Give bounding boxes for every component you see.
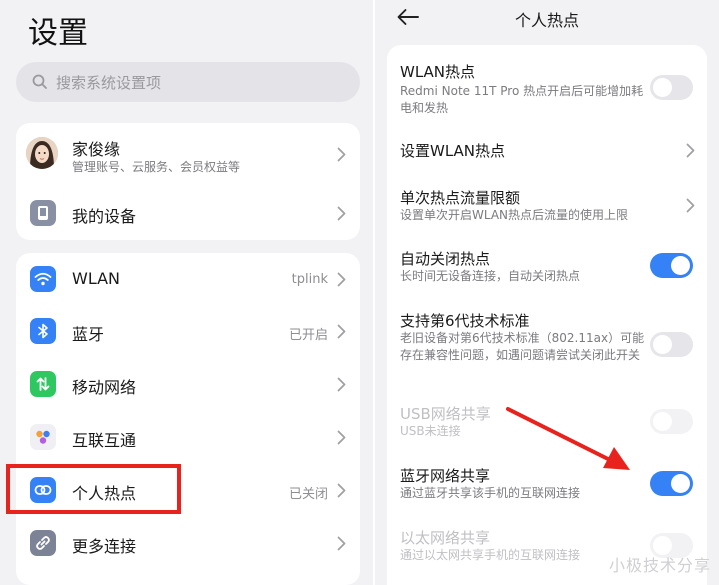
- chevron-right-icon: [337, 324, 346, 339]
- chevron-right-icon: [337, 272, 346, 287]
- usb-tethering-subtitle: USB未连接: [400, 424, 461, 438]
- account-row[interactable]: 家俊缘 管理账号、云服务、会员权益等: [16, 123, 360, 185]
- interconnect-label: 互联互通: [72, 431, 137, 450]
- hotspot-settings-card: WLAN热点 Redmi Note 11T Pro 热点开启后可能增加耗电和发热…: [387, 45, 707, 585]
- settings-item-more-connections[interactable]: 更多连接: [16, 517, 360, 570]
- settings-item-mobile-network[interactable]: 移动网络: [16, 358, 360, 411]
- wlan-hotspot-subtitle: Redmi Note 11T Pro 热点开启后可能增加耗电和发热: [400, 84, 644, 115]
- wlan-hotspot-row[interactable]: WLAN热点 Redmi Note 11T Pro 热点开启后可能增加耗电和发热: [387, 53, 707, 118]
- hotspot-panel: 个人热点 WLAN热点 Redmi Note 11T Pro 热点开启后可能增加…: [375, 0, 719, 585]
- set-wlan-hotspot-title: 设置WLAN热点: [400, 142, 506, 160]
- bluetooth-value: 已开启: [288, 328, 328, 343]
- watermark: 小极技术分享: [608, 556, 711, 575]
- chevron-right-icon: [337, 536, 346, 551]
- avatar: [26, 137, 58, 169]
- settings-item-bluetooth[interactable]: 蓝牙 已开启: [16, 305, 360, 358]
- wifi6-toggle[interactable]: [650, 332, 693, 357]
- annotation-highlight-box: [6, 464, 181, 514]
- search-placeholder: 搜索系统设置项: [56, 74, 162, 92]
- bluetooth-tethering-row[interactable]: 蓝牙网络共享 通过蓝牙共享该手机的互联网连接: [387, 459, 707, 507]
- auto-close-toggle[interactable]: [650, 253, 693, 278]
- auto-close-hotspot-row[interactable]: 自动关闭热点 长时间无设备连接，自动关闭热点: [387, 241, 707, 291]
- wlan-label: WLAN: [72, 269, 121, 288]
- chevron-right-icon: [337, 483, 346, 498]
- settings-item-interconnect[interactable]: 互联互通: [16, 411, 360, 464]
- more-connections-label: 更多连接: [72, 537, 137, 556]
- usb-tethering-toggle: [650, 409, 693, 434]
- wifi-icon: [30, 266, 56, 292]
- hotspot-value: 已关闭: [288, 487, 328, 502]
- link-icon: [30, 530, 56, 556]
- auto-close-subtitle: 长时间无设备连接，自动关闭热点: [400, 269, 581, 283]
- wifi6-standard-row[interactable]: 支持第6代技术标准 老旧设备对第6代技术标准（802.11ax）可能存在兼容性问…: [387, 305, 707, 380]
- search-icon: [32, 74, 47, 89]
- wlan-value: tplink: [291, 272, 328, 287]
- bluetooth-icon: [30, 318, 56, 344]
- set-wlan-hotspot-row[interactable]: 设置WLAN热点: [387, 130, 707, 170]
- search-input[interactable]: 搜索系统设置项: [16, 62, 360, 102]
- mobile-network-icon: [30, 371, 56, 397]
- ethernet-tethering-title: 以太网络共享: [400, 529, 491, 547]
- bluetooth-tethering-toggle[interactable]: [650, 471, 693, 496]
- page-title: 设置: [28, 16, 88, 51]
- wlan-hotspot-title: WLAN热点: [400, 63, 476, 81]
- bluetooth-tethering-title: 蓝牙网络共享: [400, 467, 491, 485]
- bluetooth-tethering-subtitle: 通过蓝牙共享该手机的互联网连接: [400, 486, 581, 500]
- wifi6-subtitle: 老旧设备对第6代技术标准（802.11ax）可能存在兼容性问题，如遇问题请尝试关…: [400, 331, 645, 362]
- account-subtitle: 管理账号、云服务、会员权益等: [72, 160, 241, 174]
- phone-icon: [30, 200, 56, 226]
- page-title: 个人热点: [514, 11, 579, 30]
- account-card: 家俊缘 管理账号、云服务、会员权益等 我的设备: [16, 123, 360, 240]
- bluetooth-label: 蓝牙: [72, 325, 105, 344]
- chevron-right-icon: [686, 143, 695, 158]
- settings-item-wlan[interactable]: WLAN tplink: [16, 253, 360, 305]
- auto-close-title: 自动关闭热点: [400, 250, 491, 268]
- usb-tethering-title: USB网络共享: [400, 405, 491, 423]
- chevron-right-icon: [337, 430, 346, 445]
- connectivity-card: WLAN tplink 蓝牙 已开启 移动网络 互联互通 个人热点 已关闭 更多…: [16, 253, 360, 585]
- my-device-label: 我的设备: [72, 207, 137, 226]
- hotspot-data-limit-row[interactable]: 单次热点流量限额 设置单次开启WLAN热点后流量的使用上限: [387, 181, 707, 229]
- chevron-right-icon: [337, 377, 346, 392]
- chevron-right-icon: [337, 147, 346, 162]
- wifi6-title: 支持第6代技术标准: [400, 312, 530, 330]
- usb-tethering-row: USB网络共享 USB未连接: [387, 397, 707, 445]
- data-limit-subtitle: 设置单次开启WLAN热点后流量的使用上限: [400, 208, 629, 222]
- chevron-right-icon: [686, 198, 695, 213]
- wlan-hotspot-toggle[interactable]: [650, 75, 693, 100]
- data-limit-title: 单次热点流量限额: [400, 189, 521, 207]
- interconnect-icon: [30, 424, 56, 450]
- mobile-network-label: 移动网络: [72, 378, 137, 397]
- account-name: 家俊缘: [72, 140, 121, 159]
- chevron-right-icon: [337, 206, 346, 221]
- my-device-row[interactable]: 我的设备: [16, 185, 360, 240]
